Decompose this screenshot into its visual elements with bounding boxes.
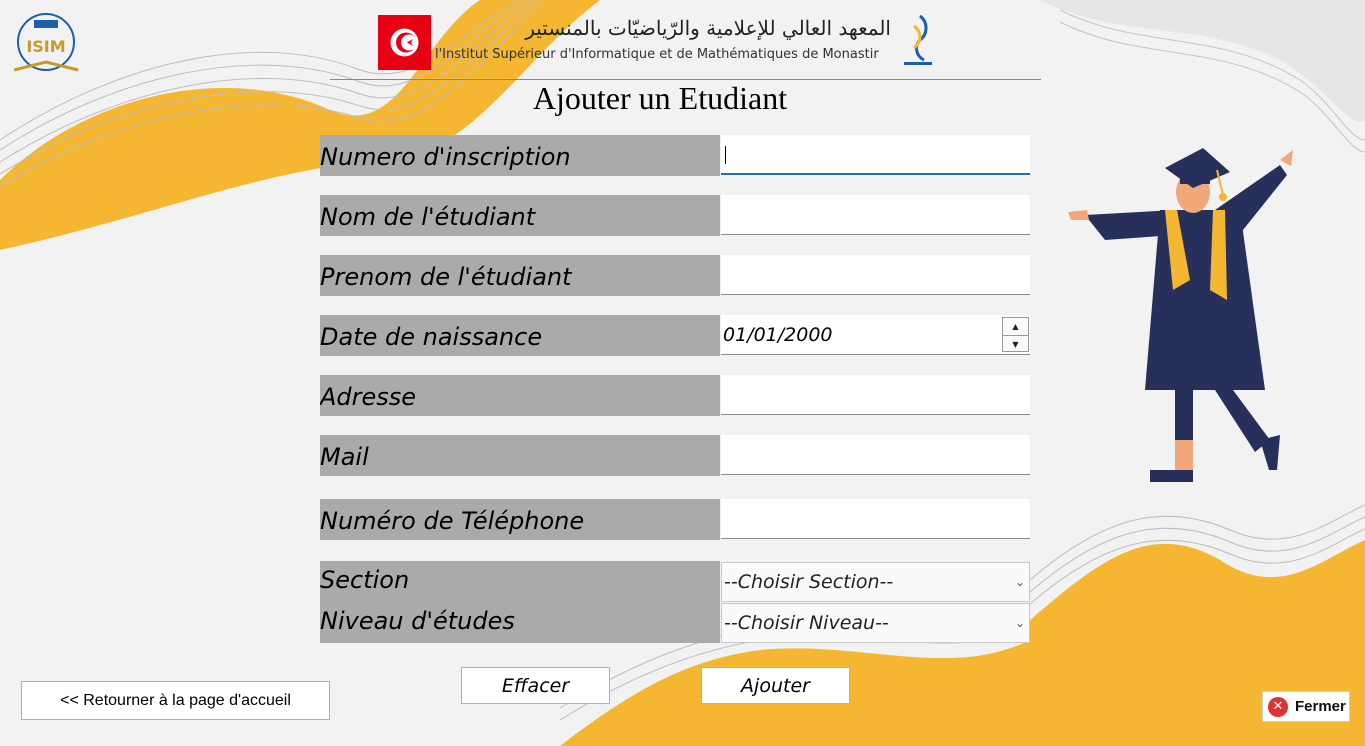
date-spinner: ▲ ▼ (1002, 317, 1029, 352)
svg-text:ISIM: ISIM (26, 37, 65, 56)
add-button[interactable]: Ajouter (701, 667, 850, 704)
tunisia-flag-icon (378, 15, 431, 70)
section-select[interactable]: --Choisir Section-- ⌄ (721, 562, 1030, 602)
field-label: Numero d'inscription (320, 135, 720, 176)
spin-down-icon[interactable]: ▼ (1003, 336, 1028, 353)
form-row-nom: Nom de l'étudiant (320, 195, 1030, 236)
form-row-mail: Mail (320, 435, 1030, 476)
chevron-down-icon: ⌄ (1014, 616, 1025, 630)
close-button[interactable]: ✕ Fermer (1262, 691, 1350, 722)
section-selected-value: --Choisir Section-- (724, 571, 894, 593)
form-row-adresse: Adresse (320, 375, 1030, 416)
mail-input[interactable] (721, 435, 1030, 475)
graduate-illustration (1068, 148, 1293, 482)
form-row-prenom: Prenom de l'étudiant (320, 255, 1030, 296)
form-row-date-naissance: Date de naissance 01/01/2000 ▲ ▼ (320, 315, 1030, 356)
form-row-numero-inscription: Numero d'inscription (320, 135, 1030, 176)
niveau-selected-value: --Choisir Niveau-- (724, 612, 889, 634)
header-arabic-title: المعهد العالي للإعلامية والرّياضيّات بال… (525, 16, 891, 40)
institution-header: المعهد العالي للإعلامية والرّياضيّات بال… (378, 12, 938, 72)
chevron-down-icon: ⌄ (1014, 575, 1025, 589)
field-label: Mail (320, 435, 720, 476)
numero-inscription-input[interactable] (721, 135, 1030, 175)
close-label: Fermer (1295, 698, 1346, 715)
isim-logo-icon: ISIM (13, 13, 79, 72)
page-title: Ajouter un Etudiant (532, 80, 788, 116)
adresse-input[interactable] (721, 375, 1030, 415)
home-button[interactable]: << Retourner à la page d'accueil (21, 681, 330, 720)
field-label: Prenom de l'étudiant (320, 255, 720, 296)
field-label: Nom de l'étudiant (320, 195, 720, 236)
clear-button[interactable]: Effacer (461, 667, 610, 704)
date-naissance-input[interactable]: 01/01/2000 ▲ ▼ (721, 315, 1030, 355)
field-label: Date de naissance (320, 315, 720, 356)
university-logo-icon (904, 14, 932, 65)
field-label: Numéro de Téléphone (320, 499, 720, 540)
text-caret (725, 146, 726, 164)
telephone-input[interactable] (721, 499, 1030, 539)
close-icon: ✕ (1268, 697, 1288, 717)
header-french-title: l'Institut Supérieur d'Informatique et d… (435, 47, 879, 62)
field-label: Adresse (320, 375, 720, 416)
prenom-input[interactable] (721, 255, 1030, 295)
section-niveau-block: Section Niveau d'études --Choisir Sectio… (320, 561, 1030, 643)
form-row-telephone: Numéro de Téléphone (320, 499, 1030, 540)
niveau-label: Niveau d'études (320, 607, 515, 635)
section-label: Section (320, 566, 410, 594)
app-window: ISIM المعهد العالي للإعلامية والرّياضيّا… (0, 0, 1365, 746)
spin-up-icon[interactable]: ▲ (1003, 318, 1028, 336)
nom-input[interactable] (721, 195, 1030, 235)
niveau-select[interactable]: --Choisir Niveau-- ⌄ (721, 603, 1030, 643)
date-value: 01/01/2000 (723, 324, 833, 346)
